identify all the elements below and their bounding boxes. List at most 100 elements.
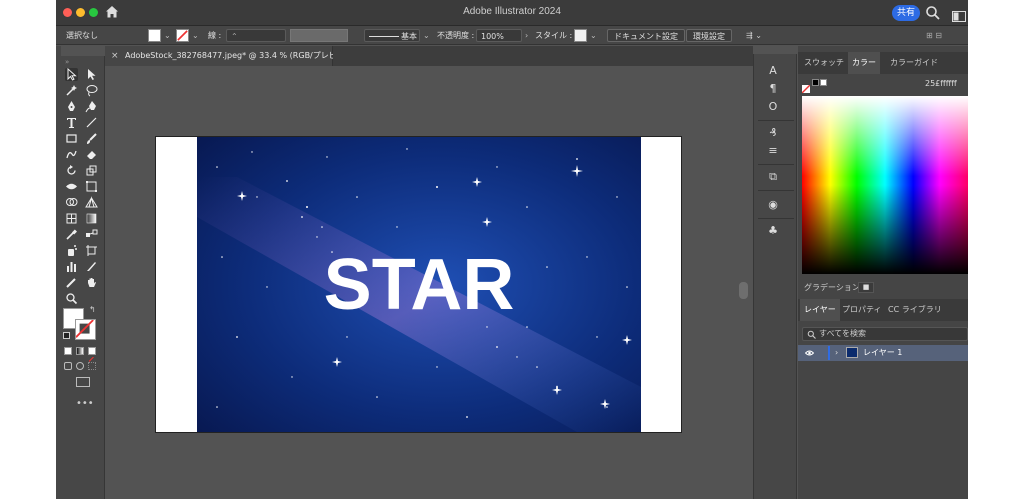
- tools-panel: » ↰ •••: [61, 56, 105, 499]
- layer-search-input[interactable]: すべてを検索: [802, 327, 968, 341]
- fill-stroke-mini-icon[interactable]: [801, 78, 811, 94]
- magic-wand-tool-icon[interactable]: [65, 84, 78, 97]
- tab-color-guide[interactable]: カラーガイド: [886, 52, 942, 74]
- draw-inside-icon[interactable]: [88, 362, 96, 370]
- character-icon[interactable]: A: [766, 64, 780, 78]
- rectangle-tool-icon[interactable]: [65, 132, 78, 145]
- close-tab-icon[interactable]: ×: [111, 46, 119, 66]
- canvas-scrollbar-thumb[interactable]: [739, 282, 748, 299]
- lasso-tool-icon[interactable]: [85, 84, 98, 97]
- panel-collapse-icon[interactable]: »: [65, 58, 69, 66]
- gradient-tool-icon[interactable]: [85, 212, 98, 225]
- curvature-tool-icon[interactable]: [85, 100, 98, 113]
- gradient-panel-label[interactable]: グラデーション: [804, 282, 860, 293]
- chevron-right-icon[interactable]: ›: [835, 345, 838, 361]
- edit-toolbar-icon[interactable]: •••: [76, 398, 94, 409]
- artboard[interactable]: STAR: [155, 136, 682, 433]
- layer-row[interactable]: › レイヤー 1: [798, 345, 968, 361]
- tab-cc-libraries[interactable]: CC ライブラリ: [884, 299, 946, 321]
- screen-mode-icon[interactable]: [76, 377, 90, 387]
- tab-swatches[interactable]: スウォッチ: [800, 52, 848, 74]
- pencil-tool-icon[interactable]: [65, 276, 78, 289]
- symbols-icon[interactable]: ♣: [766, 224, 780, 238]
- swap-fill-stroke-icon[interactable]: ↰: [89, 305, 96, 314]
- chevron-down-icon[interactable]: ⌄: [164, 29, 171, 42]
- arrange-panels-icon[interactable]: [952, 7, 966, 22]
- none-mode-icon[interactable]: [88, 347, 96, 362]
- tab-properties[interactable]: プロパティ: [838, 299, 886, 321]
- paintbrush-tool-icon[interactable]: [85, 132, 98, 145]
- eyedropper-tool-icon[interactable]: [65, 228, 78, 241]
- selection-tool-icon[interactable]: [65, 68, 78, 81]
- pen-tool-icon[interactable]: [65, 100, 78, 113]
- direct-selection-tool-icon[interactable]: [85, 68, 98, 81]
- stroke-weight-field[interactable]: ⌃: [226, 29, 286, 42]
- preferences-button[interactable]: 環境設定: [686, 29, 732, 42]
- canvas-area[interactable]: STAR: [105, 66, 753, 499]
- brush-definition-field[interactable]: 基本: [364, 29, 420, 42]
- eraser-tool-icon[interactable]: [85, 148, 98, 161]
- color-spectrum[interactable]: [802, 96, 968, 274]
- document-tab[interactable]: × AdobeStock_382768477.jpeg* @ 33.4 % (R…: [105, 46, 356, 66]
- layer-thumbnail: [846, 347, 858, 358]
- shape-builder-tool-icon[interactable]: [65, 196, 78, 209]
- draw-normal-icon[interactable]: [64, 362, 72, 370]
- blend-tool-icon[interactable]: [85, 228, 98, 241]
- glyphs-icon[interactable]: ₰: [766, 126, 780, 140]
- white-swatch[interactable]: [820, 79, 827, 86]
- chevron-down-icon[interactable]: ⌄: [423, 29, 430, 42]
- stroke-icon[interactable]: ≡: [766, 144, 780, 158]
- type-tool-icon[interactable]: [65, 116, 78, 129]
- opacity-field[interactable]: 100%: [476, 29, 522, 42]
- app-title: Adobe Illustrator 2024: [463, 6, 561, 17]
- variable-width-field[interactable]: [290, 29, 348, 42]
- hex-value-field[interactable]: 25£ffffff: [925, 79, 957, 88]
- color-mode-icon[interactable]: [64, 347, 72, 355]
- tab-layers[interactable]: レイヤー: [800, 299, 840, 321]
- chevron-down-icon[interactable]: ⌄: [590, 29, 597, 42]
- hand-tool-icon[interactable]: [85, 276, 98, 289]
- zoom-tool-icon[interactable]: [65, 292, 78, 305]
- gradient-panel-button[interactable]: ■: [858, 282, 874, 293]
- graphic-style-swatch[interactable]: [574, 29, 587, 42]
- artboard-tool-icon[interactable]: [85, 244, 98, 257]
- illustrator-window: Adobe Illustrator 2024 共有 選択なし ⌄ ⌄ 線 : ⌃…: [56, 0, 968, 499]
- free-transform-tool-icon[interactable]: [85, 180, 98, 193]
- slice-tool-icon[interactable]: [85, 260, 98, 273]
- style-label: スタイル :: [535, 31, 573, 40]
- eye-icon[interactable]: [805, 349, 814, 357]
- rotate-tool-icon[interactable]: [65, 164, 78, 177]
- stroke-label: 線 :: [208, 31, 222, 40]
- scale-tool-icon[interactable]: [85, 164, 98, 177]
- width-tool-icon[interactable]: [65, 180, 78, 193]
- search-icon[interactable]: [925, 5, 941, 21]
- shaper-tool-icon[interactable]: [65, 148, 78, 161]
- stroke-color-box[interactable]: [75, 319, 96, 340]
- appearance-icon[interactable]: ◉: [766, 198, 780, 212]
- chevron-down-icon[interactable]: ⌄: [192, 29, 199, 42]
- tab-color[interactable]: カラー: [848, 52, 880, 74]
- mesh-tool-icon[interactable]: [65, 212, 78, 225]
- black-swatch[interactable]: [812, 79, 819, 86]
- line-tool-icon[interactable]: [85, 116, 98, 129]
- fill-swatch[interactable]: [148, 29, 161, 42]
- draw-behind-icon[interactable]: [76, 362, 84, 370]
- perspective-grid-tool-icon[interactable]: [85, 196, 98, 209]
- share-button[interactable]: 共有: [892, 5, 920, 21]
- layer-name[interactable]: レイヤー 1: [863, 345, 902, 361]
- symbol-sprayer-tool-icon[interactable]: [65, 244, 78, 257]
- star-text[interactable]: STAR: [324, 245, 515, 325]
- color-panel-tabs: スウォッチ カラー カラーガイド: [798, 52, 968, 74]
- panel-options-icon[interactable]: ⊞ ⊟: [926, 29, 942, 42]
- default-colors-icon[interactable]: [63, 332, 70, 339]
- document-settings-button[interactable]: ドキュメント設定: [607, 29, 685, 42]
- paragraph-icon[interactable]: ¶: [766, 82, 780, 96]
- arrange-documents-icon[interactable]: ⇶ ⌄: [746, 29, 762, 42]
- transform-icon[interactable]: ⧉: [766, 170, 780, 184]
- opentype-icon[interactable]: O: [766, 100, 780, 114]
- stroke-swatch[interactable]: [176, 29, 189, 42]
- column-graph-tool-icon[interactable]: [65, 260, 78, 273]
- starry-sky-image[interactable]: STAR: [197, 137, 641, 432]
- gradient-mode-icon[interactable]: [76, 347, 84, 355]
- chevron-right-icon[interactable]: ›: [525, 29, 528, 42]
